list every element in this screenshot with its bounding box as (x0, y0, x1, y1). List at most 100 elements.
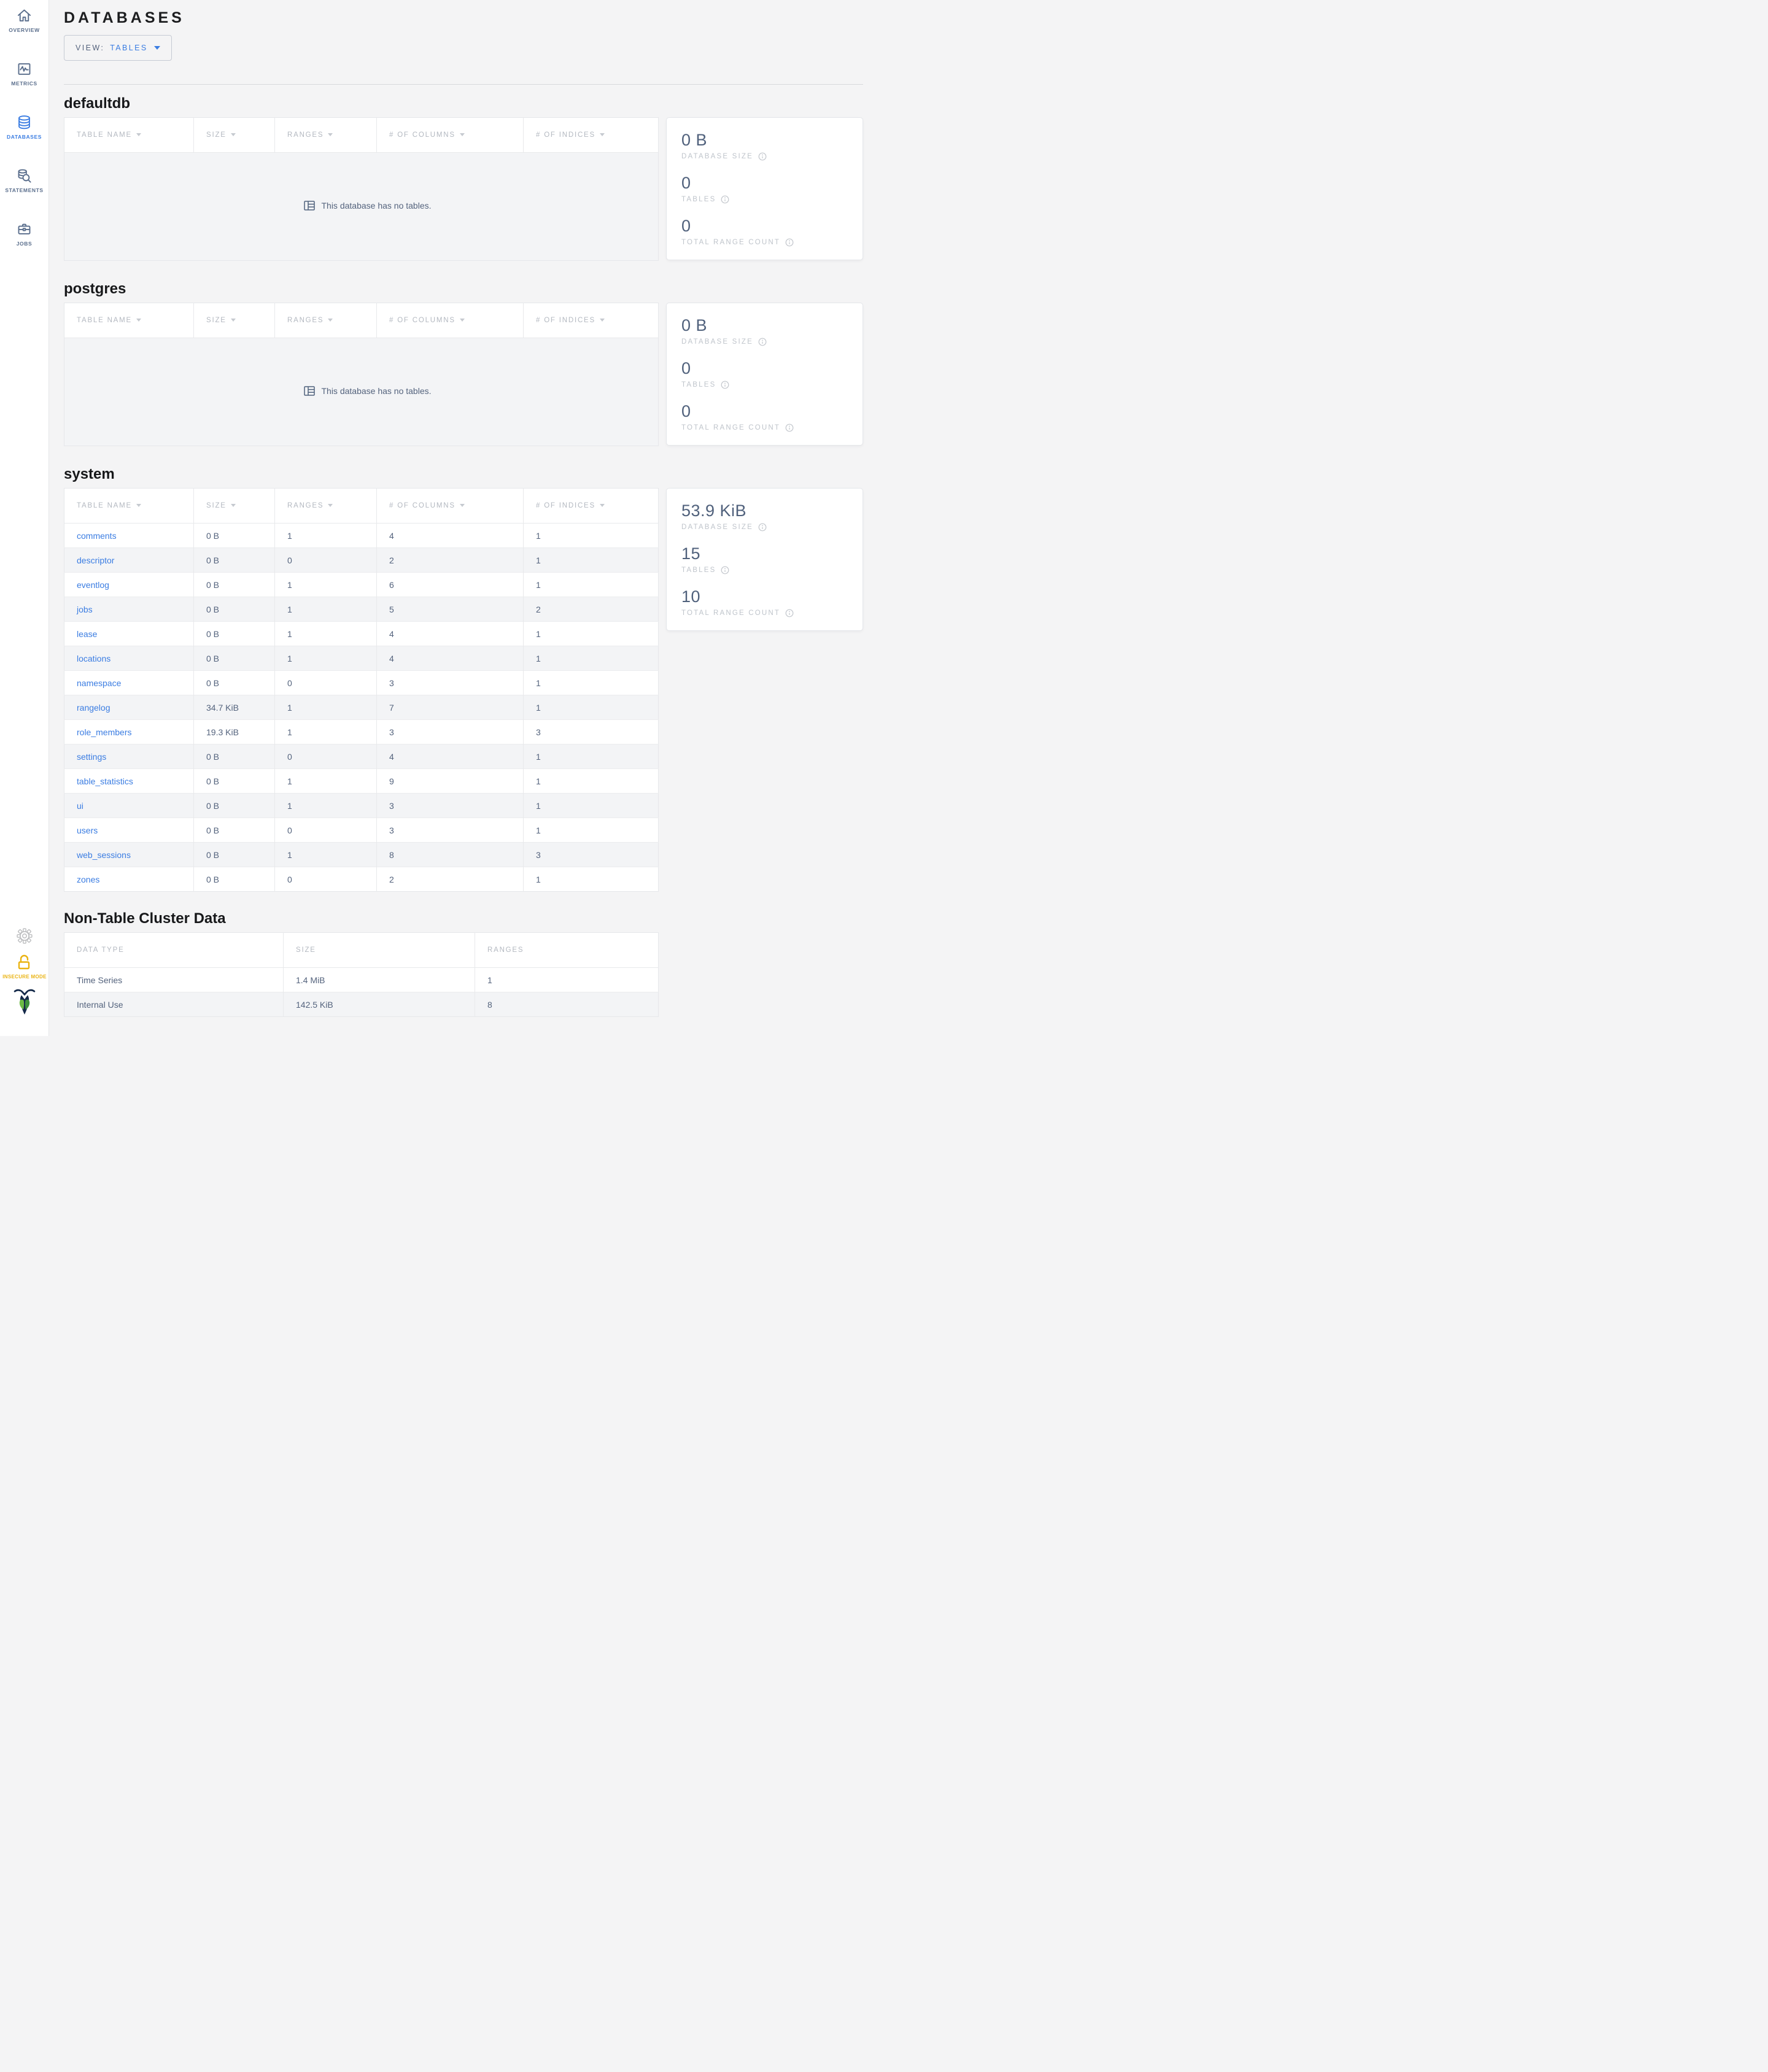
table-name-link[interactable]: table_statistics (77, 776, 133, 786)
columns-cell: 6 (376, 572, 524, 597)
table-row: rangelog 34.7 KiB 1 7 1 (64, 695, 659, 720)
ranges-cell: 0 (274, 670, 377, 695)
sort-caret-icon (459, 319, 465, 322)
sidebar-footer: INSECURE MODE (0, 928, 49, 1036)
columns-cell: 4 (376, 646, 524, 671)
indices-cell: 3 (523, 842, 659, 867)
table-name-link[interactable]: rangelog (77, 703, 110, 713)
table-row: zones 0 B 0 2 1 (64, 867, 659, 892)
info-icon[interactable] (721, 195, 729, 204)
column-header-table-name[interactable]: TABLE NAME (64, 303, 194, 338)
table-name-link[interactable]: web_sessions (77, 850, 131, 860)
table-row: table_statistics 0 B 1 9 1 (64, 768, 659, 794)
indices-cell: 3 (523, 719, 659, 744)
sort-caret-icon (600, 319, 605, 322)
column-header-indices[interactable]: # OF INDICES (523, 303, 659, 338)
empty-state-message: This database has no tables. (321, 386, 432, 396)
sidebar-item-overview[interactable]: OVERVIEW (0, 7, 49, 33)
header-divider (64, 84, 863, 85)
info-icon[interactable] (785, 238, 794, 247)
table-name-link[interactable]: comments (77, 531, 117, 541)
database-section-system: TABLE NAME SIZE RANGES # OF COLUMNS # OF… (64, 488, 863, 892)
indices-cell: 1 (523, 670, 659, 695)
ranges-cell: 1 (274, 793, 377, 818)
data-type-cell: Internal Use (64, 992, 284, 1017)
column-header-ranges[interactable]: RANGES (274, 117, 377, 153)
table-name-link[interactable]: namespace (77, 678, 121, 688)
database-size-value: 0 B (681, 131, 708, 149)
data-type-cell: Time Series (64, 967, 284, 992)
size-cell: 0 B (193, 523, 275, 548)
statements-icon (18, 169, 31, 183)
table-name-link[interactable]: lease (77, 629, 97, 639)
ranges-cell: 1 (274, 523, 377, 548)
info-icon[interactable] (721, 381, 729, 389)
table-name-link[interactable]: users (77, 825, 98, 835)
database-size-label: DATABASE SIZE (681, 524, 754, 531)
column-header-indices[interactable]: # OF INDICES (523, 117, 659, 153)
table-name-link[interactable]: descriptor (77, 555, 114, 565)
table-name-link[interactable]: eventlog (77, 580, 109, 590)
non-table-section: DATA TYPE SIZE RANGES Time Series 1.4 Mi… (64, 932, 863, 1017)
columns-cell: 4 (376, 523, 524, 548)
table-row: settings 0 B 0 4 1 (64, 744, 659, 769)
sort-caret-icon (459, 133, 465, 136)
indices-cell: 1 (536, 530, 541, 541)
table-name-link[interactable]: locations (77, 654, 110, 663)
table-row: locations 0 B 1 4 1 (64, 646, 659, 671)
column-header-size[interactable]: SIZE (193, 303, 275, 338)
columns-cell: 2 (376, 547, 524, 573)
view-dropdown[interactable]: VIEW: TABLES (64, 35, 172, 61)
size-cell: 34.7 KiB (193, 695, 275, 720)
columns-cell: 2 (376, 867, 524, 892)
settings-button[interactable] (17, 928, 33, 947)
sort-caret-icon (600, 133, 605, 136)
indices-cell: 1 (523, 818, 659, 843)
column-header-columns[interactable]: # OF COLUMNS (376, 303, 524, 338)
empty-state-message: This database has no tables. (321, 201, 432, 211)
gear-icon (17, 928, 33, 944)
info-icon[interactable] (785, 423, 794, 432)
column-header-table-name[interactable]: TABLE NAME (64, 488, 194, 524)
info-icon[interactable] (758, 523, 767, 532)
column-header-size[interactable]: SIZE (193, 117, 275, 153)
range-count-label: TOTAL RANGE COUNT (681, 609, 781, 617)
insecure-mode-label: INSECURE MODE (2, 974, 47, 980)
table-name-link[interactable]: zones (77, 875, 99, 884)
size-cell: 0 B (193, 793, 275, 818)
table-name-link[interactable]: settings (77, 752, 106, 762)
chevron-down-icon (153, 46, 160, 50)
table-name-link[interactable]: ui (77, 801, 83, 811)
column-header-columns[interactable]: # OF COLUMNS (376, 488, 524, 524)
ranges-cell: 8 (475, 992, 659, 1017)
tables-count-value: 0 (681, 359, 691, 377)
empty-state: This database has no tables. (64, 152, 659, 261)
column-header-columns[interactable]: # OF COLUMNS (376, 117, 524, 153)
size-cell: 0 B (193, 572, 275, 597)
info-icon[interactable] (758, 152, 767, 161)
column-header-size[interactable]: SIZE (193, 488, 275, 524)
table-name-link[interactable]: role_members (77, 727, 131, 737)
column-header-indices[interactable]: # OF INDICES (523, 488, 659, 524)
column-header-ranges[interactable]: RANGES (274, 488, 377, 524)
database-summary-card: 53.9 KiB DATABASE SIZE 15 TABLES 10 TOTA… (666, 488, 863, 631)
sidebar-item-statements[interactable]: STATEMENTS (0, 168, 49, 193)
sort-caret-icon (328, 504, 333, 507)
size-cell: 142.5 KiB (283, 992, 475, 1017)
sidebar-item-databases[interactable]: DATABASES (0, 114, 49, 140)
info-icon[interactable] (785, 609, 794, 617)
tables-count-value: 0 (681, 174, 691, 192)
insecure-mode-indicator[interactable]: INSECURE MODE (2, 954, 46, 980)
sidebar-item-metrics[interactable]: METRICS (0, 61, 49, 87)
sidebar-item-jobs[interactable]: JOBS (0, 221, 49, 247)
column-header-ranges: RANGES (475, 932, 659, 968)
tables-table: TABLE NAME SIZE RANGES # OF COLUMNS # OF… (64, 303, 659, 446)
info-icon[interactable] (758, 338, 767, 346)
sort-caret-icon (230, 319, 236, 322)
view-dropdown-value: TABLES (110, 44, 148, 52)
table-name-link[interactable]: jobs (77, 605, 93, 614)
ranges-cell: 1 (274, 695, 377, 720)
column-header-ranges[interactable]: RANGES (274, 303, 377, 338)
info-icon[interactable] (721, 566, 729, 574)
column-header-table-name[interactable]: TABLE NAME (64, 117, 194, 153)
